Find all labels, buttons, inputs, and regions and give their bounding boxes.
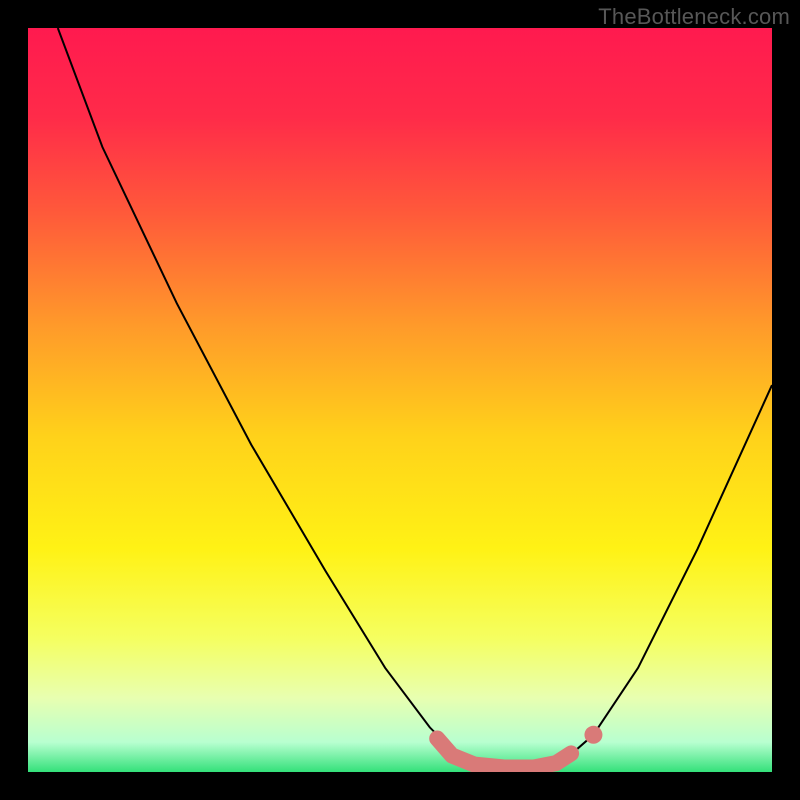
chart-canvas	[28, 28, 772, 772]
chart-frame	[28, 28, 772, 772]
chart-background	[28, 28, 772, 772]
marker-dot	[584, 726, 602, 744]
watermark-text: TheBottleneck.com	[598, 4, 790, 30]
